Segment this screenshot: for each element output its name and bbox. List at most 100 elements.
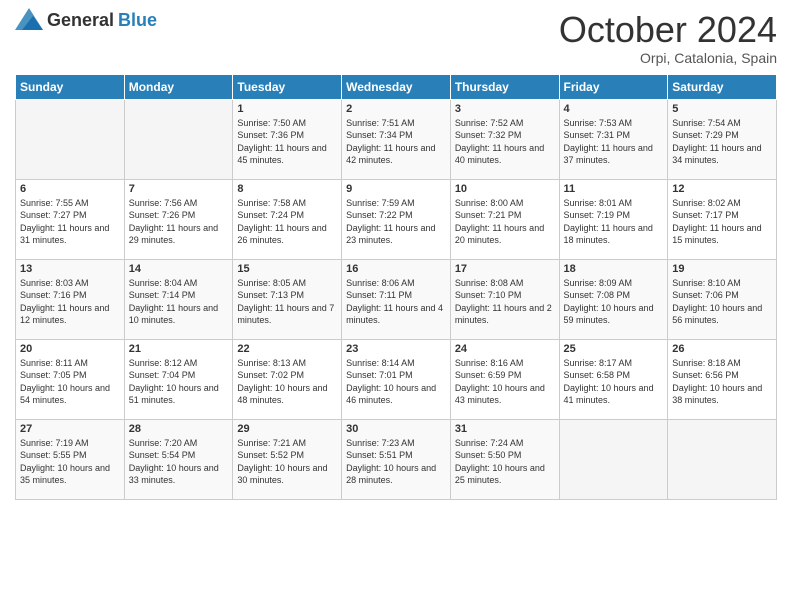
day-number: 5 [672,103,772,115]
day-info: Sunrise: 7:24 AM Sunset: 5:50 PM Dayligh… [455,437,555,487]
table-row: 27 Sunrise: 7:19 AM Sunset: 5:55 PM Dayli… [16,419,125,499]
day-number: 16 [346,263,446,275]
table-row: 6 Sunrise: 7:55 AM Sunset: 7:27 PM Daylig… [16,179,125,259]
day-info: Sunrise: 8:13 AM Sunset: 7:02 PM Dayligh… [237,357,337,407]
table-row: 9 Sunrise: 7:59 AM Sunset: 7:22 PM Daylig… [342,179,451,259]
table-row: 10 Sunrise: 8:00 AM Sunset: 7:21 PM Dayli… [450,179,559,259]
day-number: 3 [455,103,555,115]
day-info: Sunrise: 8:01 AM Sunset: 7:19 PM Dayligh… [564,197,664,247]
calendar-table: Sunday Monday Tuesday Wednesday Thursday… [15,74,777,500]
table-row: 8 Sunrise: 7:58 AM Sunset: 7:24 PM Daylig… [233,179,342,259]
table-row: 15 Sunrise: 8:05 AM Sunset: 7:13 PM Dayli… [233,259,342,339]
table-row: 2 Sunrise: 7:51 AM Sunset: 7:34 PM Daylig… [342,99,451,179]
day-number: 23 [346,343,446,355]
table-row: 1 Sunrise: 7:50 AM Sunset: 7:36 PM Daylig… [233,99,342,179]
day-number: 7 [129,183,229,195]
day-info: Sunrise: 7:50 AM Sunset: 7:36 PM Dayligh… [237,117,337,167]
day-number: 24 [455,343,555,355]
day-number: 31 [455,423,555,435]
day-info: Sunrise: 7:55 AM Sunset: 7:27 PM Dayligh… [20,197,120,247]
day-info: Sunrise: 8:12 AM Sunset: 7:04 PM Dayligh… [129,357,229,407]
day-number: 9 [346,183,446,195]
day-info: Sunrise: 8:03 AM Sunset: 7:16 PM Dayligh… [20,277,120,327]
day-number: 8 [237,183,337,195]
table-row: 19Sunrise: 8:10 AM Sunset: 7:06 PM Dayli… [668,259,777,339]
day-info: Sunrise: 7:54 AM Sunset: 7:29 PM Dayligh… [672,117,772,167]
calendar-week-row: 27 Sunrise: 7:19 AM Sunset: 5:55 PM Dayli… [16,419,777,499]
day-info: Sunrise: 8:17 AM Sunset: 6:58 PM Dayligh… [564,357,664,407]
day-info: Sunrise: 7:20 AM Sunset: 5:54 PM Dayligh… [129,437,229,487]
calendar-week-row: 6 Sunrise: 7:55 AM Sunset: 7:27 PM Daylig… [16,179,777,259]
day-info: Sunrise: 8:09 AM Sunset: 7:08 PM Dayligh… [564,277,664,327]
table-row [124,99,233,179]
day-number: 1 [237,103,337,115]
col-tuesday: Tuesday [233,74,342,99]
day-number: 22 [237,343,337,355]
table-row: 30 Sunrise: 7:23 AM Sunset: 5:51 PM Dayli… [342,419,451,499]
logo-general: General [47,10,114,31]
col-thursday: Thursday [450,74,559,99]
col-saturday: Saturday [668,74,777,99]
day-info: Sunrise: 8:05 AM Sunset: 7:13 PM Dayligh… [237,277,337,327]
table-row: 14Sunrise: 8:04 AM Sunset: 7:14 PM Dayli… [124,259,233,339]
day-number: 10 [455,183,555,195]
table-row: 13 Sunrise: 8:03 AM Sunset: 7:16 PM Dayli… [16,259,125,339]
calendar-week-row: 13 Sunrise: 8:03 AM Sunset: 7:16 PM Dayli… [16,259,777,339]
day-info: Sunrise: 8:04 AM Sunset: 7:14 PM Dayligh… [129,277,229,327]
calendar-header-row: Sunday Monday Tuesday Wednesday Thursday… [16,74,777,99]
day-info: Sunrise: 8:02 AM Sunset: 7:17 PM Dayligh… [672,197,772,247]
day-number: 30 [346,423,446,435]
logo: GeneralBlue [15,10,157,31]
table-row: 18Sunrise: 8:09 AM Sunset: 7:08 PM Dayli… [559,259,668,339]
day-number: 17 [455,263,555,275]
table-row: 16 Sunrise: 8:06 AM Sunset: 7:11 PM Dayli… [342,259,451,339]
table-row: 29 Sunrise: 7:21 AM Sunset: 5:52 PM Dayli… [233,419,342,499]
day-info: Sunrise: 7:19 AM Sunset: 5:55 PM Dayligh… [20,437,120,487]
day-info: Sunrise: 7:53 AM Sunset: 7:31 PM Dayligh… [564,117,664,167]
day-number: 20 [20,343,120,355]
title-block: October 2024 Orpi, Catalonia, Spain [559,10,777,66]
table-row: 17Sunrise: 8:08 AM Sunset: 7:10 PM Dayli… [450,259,559,339]
day-info: Sunrise: 7:23 AM Sunset: 5:51 PM Dayligh… [346,437,446,487]
table-row: 31 Sunrise: 7:24 AM Sunset: 5:50 PM Dayli… [450,419,559,499]
table-row: 7Sunrise: 7:56 AM Sunset: 7:26 PM Daylig… [124,179,233,259]
day-number: 12 [672,183,772,195]
table-row: 11 Sunrise: 8:01 AM Sunset: 7:19 PM Dayli… [559,179,668,259]
day-info: Sunrise: 7:59 AM Sunset: 7:22 PM Dayligh… [346,197,446,247]
day-number: 19 [672,263,772,275]
day-number: 21 [129,343,229,355]
table-row: 21 Sunrise: 8:12 AM Sunset: 7:04 PM Dayli… [124,339,233,419]
day-info: Sunrise: 8:16 AM Sunset: 6:59 PM Dayligh… [455,357,555,407]
calendar-week-row: 1 Sunrise: 7:50 AM Sunset: 7:36 PM Daylig… [16,99,777,179]
day-number: 6 [20,183,120,195]
page: GeneralBlue October 2024 Orpi, Catalonia… [0,0,792,612]
calendar-week-row: 20Sunrise: 8:11 AM Sunset: 7:05 PM Dayli… [16,339,777,419]
day-number: 29 [237,423,337,435]
day-info: Sunrise: 8:06 AM Sunset: 7:11 PM Dayligh… [346,277,446,327]
table-row: 26 Sunrise: 8:18 AM Sunset: 6:56 PM Dayli… [668,339,777,419]
table-row: 20Sunrise: 8:11 AM Sunset: 7:05 PM Dayli… [16,339,125,419]
table-row: 23Sunrise: 8:14 AM Sunset: 7:01 PM Dayli… [342,339,451,419]
day-info: Sunrise: 8:18 AM Sunset: 6:56 PM Dayligh… [672,357,772,407]
col-monday: Monday [124,74,233,99]
day-number: 26 [672,343,772,355]
day-info: Sunrise: 8:00 AM Sunset: 7:21 PM Dayligh… [455,197,555,247]
day-info: Sunrise: 7:58 AM Sunset: 7:24 PM Dayligh… [237,197,337,247]
table-row: 28Sunrise: 7:20 AM Sunset: 5:54 PM Dayli… [124,419,233,499]
day-number: 27 [20,423,120,435]
table-row: 25Sunrise: 8:17 AM Sunset: 6:58 PM Dayli… [559,339,668,419]
table-row: 22 Sunrise: 8:13 AM Sunset: 7:02 PM Dayli… [233,339,342,419]
day-info: Sunrise: 7:51 AM Sunset: 7:34 PM Dayligh… [346,117,446,167]
day-number: 13 [20,263,120,275]
table-row: 24 Sunrise: 8:16 AM Sunset: 6:59 PM Dayli… [450,339,559,419]
day-number: 2 [346,103,446,115]
col-friday: Friday [559,74,668,99]
table-row [16,99,125,179]
title-month: October 2024 [559,10,777,50]
day-number: 15 [237,263,337,275]
day-info: Sunrise: 7:52 AM Sunset: 7:32 PM Dayligh… [455,117,555,167]
title-location: Orpi, Catalonia, Spain [559,50,777,66]
day-number: 11 [564,183,664,195]
table-row [668,419,777,499]
day-info: Sunrise: 7:21 AM Sunset: 5:52 PM Dayligh… [237,437,337,487]
